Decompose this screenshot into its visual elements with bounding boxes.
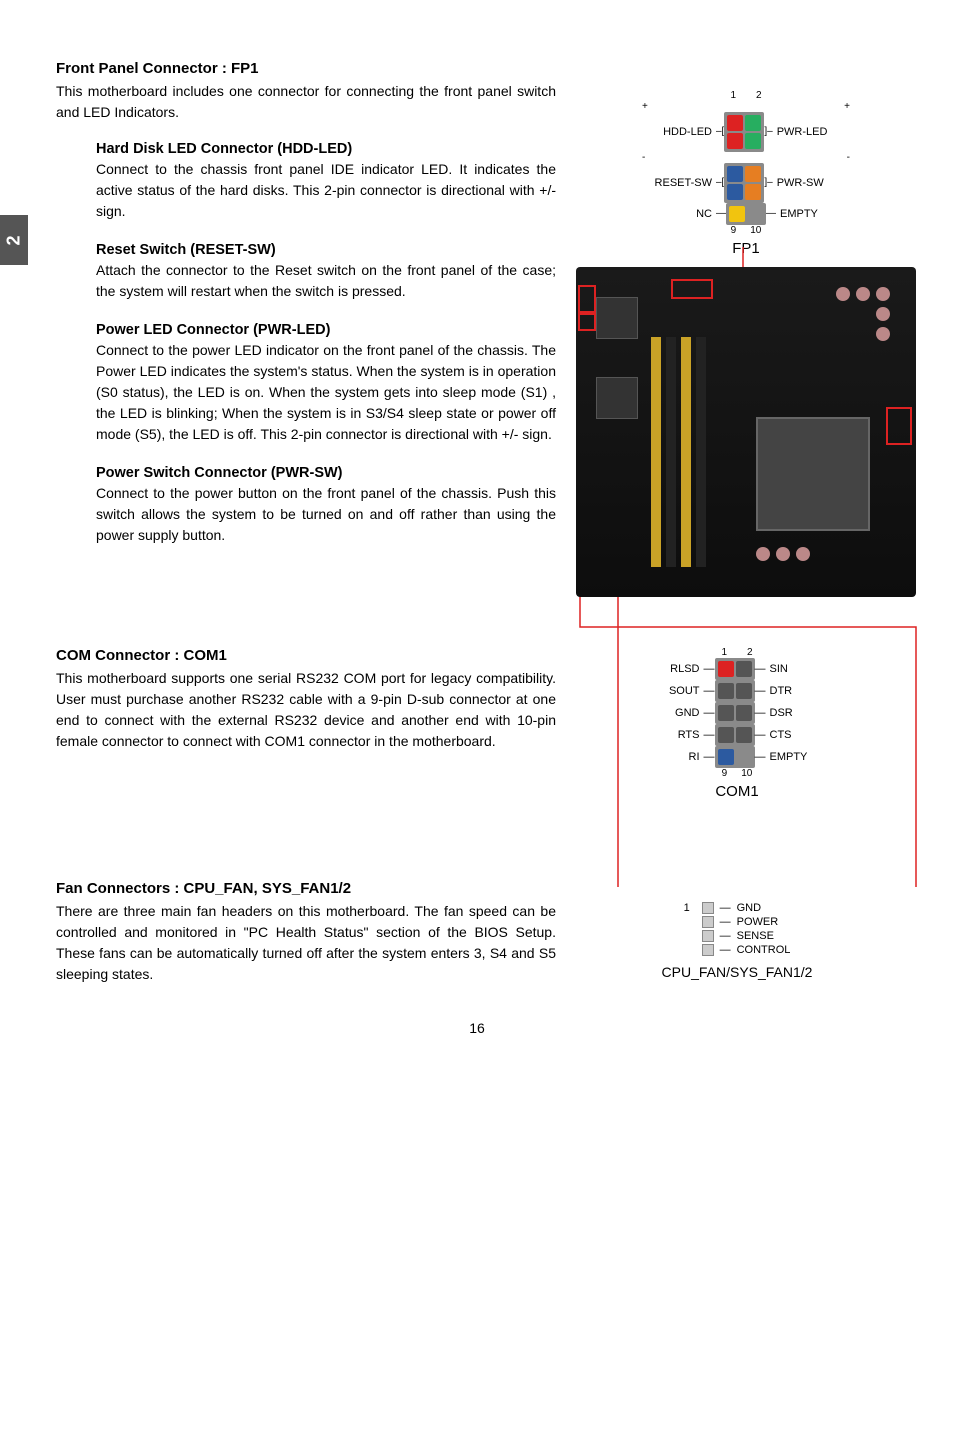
com-pin-10: 10 (741, 768, 752, 779)
pin (718, 661, 734, 677)
label-sin: SIN (770, 664, 820, 675)
plus-right: + (844, 101, 850, 112)
pin (727, 184, 743, 200)
com1-heading: COM Connector : COM1 (56, 647, 556, 664)
pin-num-9: 9 (731, 225, 737, 236)
com-pin-2: 2 (747, 647, 753, 658)
com1-pinout-diagram: 1 2 RLSD——SIN SOUT——DTR GND——DSR RTS——CT… (576, 647, 898, 800)
fp1-intro: This motherboard includes one connector … (56, 81, 556, 123)
label-empty-com: EMPTY (770, 752, 820, 763)
label-fan-control: CONTROL (737, 945, 791, 956)
hdd-title: Hard Disk LED Connector (HDD-LED) (96, 141, 556, 157)
label-rlsd: RLSD (655, 664, 700, 675)
label-dsr: DSR (770, 708, 820, 719)
reset-title: Reset Switch (RESET-SW) (96, 242, 556, 258)
reset-body: Attach the connector to the Reset switch… (96, 260, 556, 302)
fan-pin-1: 1 (684, 903, 696, 914)
pin (718, 749, 734, 765)
label-empty: EMPTY (780, 209, 850, 220)
pin (745, 184, 761, 200)
fan-body: There are three main fan headers on this… (56, 901, 556, 985)
label-fan-sense: SENSE (737, 931, 774, 942)
page-number: 16 (56, 1020, 898, 1036)
fp1-heading: Front Panel Connector : FP1 (56, 60, 556, 77)
pin (702, 944, 714, 956)
pin (718, 727, 734, 743)
fan-pinout-diagram: 1—GND —POWER —SENSE —CONTROL CPU_FAN/SYS… (576, 900, 898, 980)
plus-left: + (642, 101, 648, 112)
pin (727, 166, 743, 182)
label-hdd-led: HDD-LED (642, 127, 712, 138)
pin-empty (747, 206, 763, 222)
pin-num-1: 1 (730, 90, 736, 101)
fan-diagram-title: CPU_FAN/SYS_FAN1/2 (576, 964, 898, 980)
com-pin-1: 1 (721, 647, 727, 658)
com1-diagram-title: COM1 (655, 783, 820, 800)
pin-num-2: 2 (756, 90, 762, 101)
label-pwr-sw: PWR-SW (777, 178, 847, 189)
fp1-diagram-title: FP1 (642, 240, 850, 257)
label-cts: CTS (770, 730, 820, 741)
label-rts: RTS (655, 730, 700, 741)
pin (702, 930, 714, 942)
fan-heading: Fan Connectors : CPU_FAN, SYS_FAN1/2 (56, 880, 556, 897)
motherboard-container (576, 267, 916, 597)
label-dtr: DTR (770, 686, 820, 697)
label-pwr-led: PWR-LED (777, 127, 847, 138)
pin (736, 683, 752, 699)
label-gnd: GND (655, 708, 700, 719)
pwrled-title: Power LED Connector (PWR-LED) (96, 322, 556, 338)
com1-body: This motherboard supports one serial RS2… (56, 668, 556, 752)
fp1-pinout-diagram: 1 2 + + HDD-LED –[ (576, 90, 916, 257)
pin (736, 705, 752, 721)
minus-right: - (847, 152, 850, 163)
pin (736, 727, 752, 743)
pin (702, 902, 714, 914)
label-fan-power: POWER (737, 917, 779, 928)
pin-num-10: 10 (750, 225, 761, 236)
pwrled-body: Connect to the power LED indicator on th… (96, 340, 556, 445)
pin (727, 115, 743, 131)
chapter-tab: 2 (0, 215, 28, 265)
label-fan-gnd: GND (737, 903, 761, 914)
pin (727, 133, 743, 149)
pin (736, 661, 752, 677)
pin-empty (736, 749, 752, 765)
pin (718, 683, 734, 699)
pwrsw-title: Power Switch Connector (PWR-SW) (96, 465, 556, 481)
pin (745, 166, 761, 182)
pwrsw-body: Connect to the power button on the front… (96, 483, 556, 546)
pin (729, 206, 745, 222)
chapter-number: 2 (3, 235, 24, 245)
label-sout: SOUT (655, 686, 700, 697)
label-reset-sw: RESET-SW (642, 178, 712, 189)
pin (718, 705, 734, 721)
motherboard-image (576, 267, 916, 597)
label-ri: RI (655, 752, 700, 763)
minus-left: - (642, 152, 645, 163)
pin (745, 115, 761, 131)
hdd-body: Connect to the chassis front panel IDE i… (96, 159, 556, 222)
pin (745, 133, 761, 149)
pin (702, 916, 714, 928)
label-nc: NC (642, 209, 712, 220)
com-pin-9: 9 (722, 768, 728, 779)
